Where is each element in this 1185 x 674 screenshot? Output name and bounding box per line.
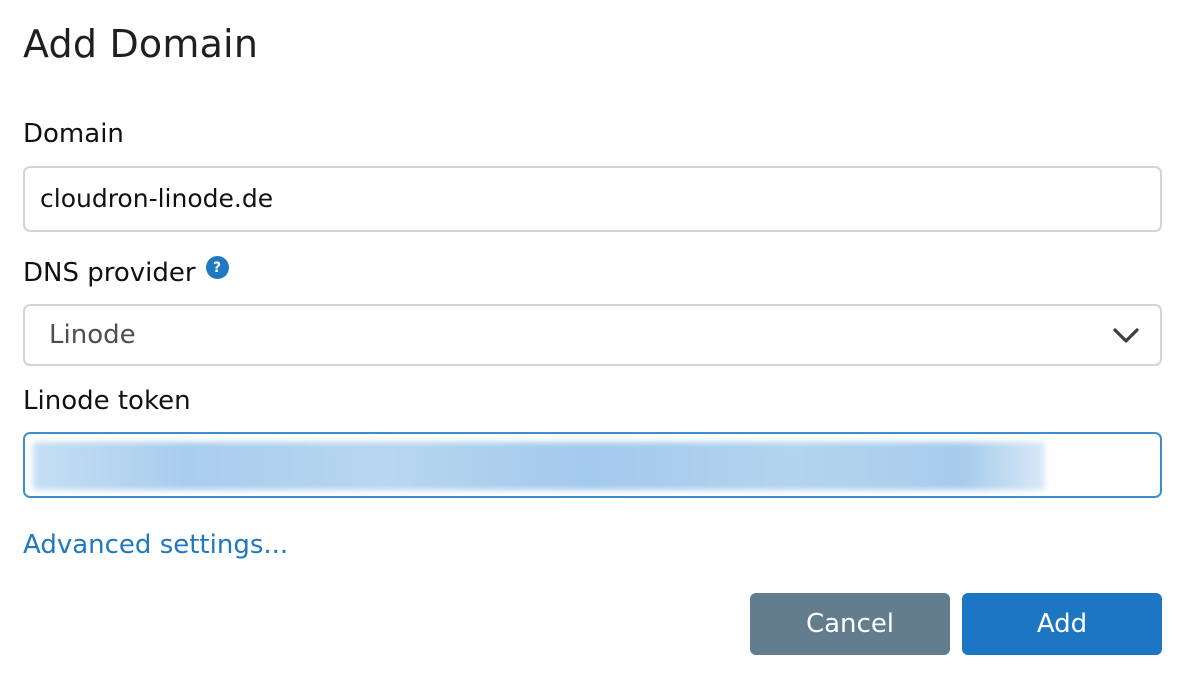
cancel-button[interactable]: Cancel bbox=[750, 593, 950, 655]
domain-input[interactable]: cloudron-linode.de bbox=[23, 166, 1162, 232]
add-domain-dialog: Add Domain Domain cloudron-linode.de DNS… bbox=[0, 0, 1185, 674]
add-button[interactable]: Add bbox=[962, 593, 1162, 655]
chevron-down-icon bbox=[1113, 328, 1139, 343]
linode-token-input[interactable] bbox=[23, 432, 1162, 498]
dialog-title: Add Domain bbox=[23, 22, 259, 66]
dns-provider-select[interactable]: Linode bbox=[23, 304, 1162, 366]
help-icon[interactable]: ? bbox=[205, 256, 229, 279]
domain-label: Domain bbox=[23, 119, 124, 149]
dns-provider-label-row: DNS provider? bbox=[23, 256, 229, 288]
dns-provider-label: DNS provider bbox=[23, 258, 196, 288]
dns-provider-selected-value: Linode bbox=[49, 320, 136, 350]
advanced-settings-link[interactable]: Advanced settings... bbox=[23, 530, 288, 560]
linode-token-label: Linode token bbox=[23, 386, 191, 416]
redacted-token-value bbox=[33, 442, 1045, 490]
domain-input-value: cloudron-linode.de bbox=[40, 184, 274, 213]
